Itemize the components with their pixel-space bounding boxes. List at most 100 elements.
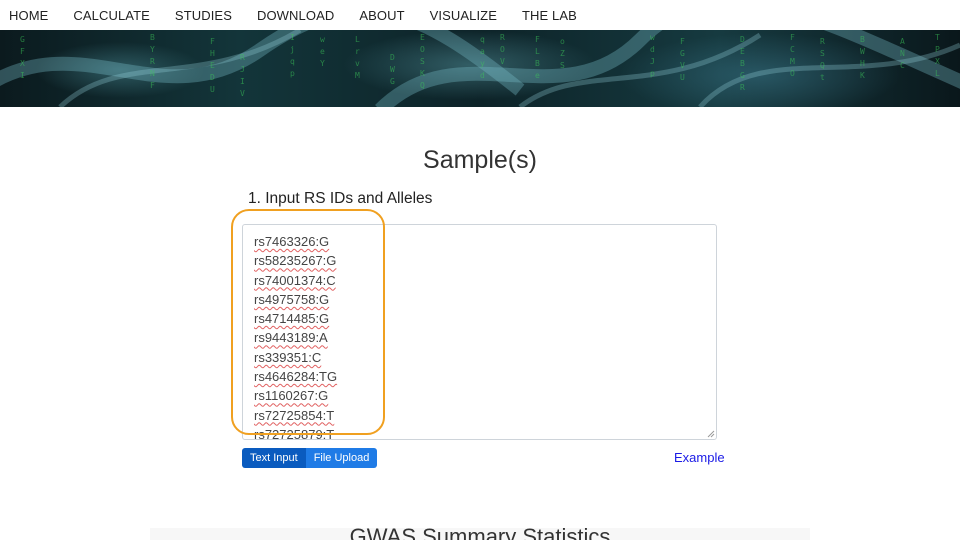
svg-text:J: J [650, 57, 655, 66]
svg-text:N: N [900, 49, 905, 58]
svg-text:F: F [210, 37, 215, 46]
svg-text:d: d [650, 45, 655, 54]
svg-text:H: H [210, 49, 215, 58]
svg-text:S: S [820, 49, 825, 58]
svg-text:G: G [680, 49, 685, 58]
svg-text:L: L [535, 47, 540, 56]
svg-text:j: j [290, 45, 295, 54]
svg-text:L: L [935, 69, 940, 78]
svg-text:D: D [740, 35, 745, 44]
dna-banner-image: GFXI BYRNF FHEDU RJIV Ijqp weY LrvM DWG … [0, 30, 960, 107]
svg-text:o: o [560, 37, 565, 46]
nav-download[interactable]: DOWNLOAD [257, 8, 334, 23]
svg-text:R: R [740, 83, 745, 92]
rsid-allele-textarea[interactable]: rs7463326:G rs58235267:G rs74001374:C rs… [242, 224, 717, 440]
input-mode-toggle: Text Input File Upload [242, 448, 378, 468]
svg-text:N: N [150, 69, 155, 78]
svg-text:a: a [480, 47, 485, 56]
nav-home[interactable]: HOME [9, 8, 48, 23]
svg-text:O: O [420, 45, 425, 54]
svg-text:R: R [500, 33, 505, 42]
svg-text:Y: Y [150, 45, 155, 54]
textarea-line: rs72725879:T [254, 426, 335, 440]
svg-text:P: P [935, 45, 940, 54]
page-title: Sample(s) [423, 146, 537, 174]
svg-text:U: U [210, 85, 215, 94]
svg-text:q: q [480, 35, 485, 44]
svg-text:D: D [210, 73, 215, 82]
svg-text:Y: Y [320, 59, 325, 68]
textarea-line: rs58235267:G [254, 253, 337, 269]
svg-text:O: O [790, 69, 795, 78]
svg-text:e: e [320, 47, 325, 56]
textarea-line: rs1160267:G [254, 388, 329, 404]
svg-text:R: R [150, 57, 155, 66]
svg-text:M: M [355, 71, 360, 80]
svg-text:C: C [900, 61, 905, 70]
svg-text:I: I [290, 33, 295, 42]
svg-text:E: E [210, 61, 215, 70]
svg-text:F: F [680, 37, 685, 46]
nav-studies[interactable]: STUDIES [175, 8, 232, 23]
svg-text:J: J [240, 65, 245, 74]
svg-text:r: r [355, 47, 360, 56]
svg-text:d: d [480, 71, 485, 80]
svg-text:K: K [420, 69, 425, 78]
svg-text:V: V [500, 57, 505, 66]
svg-text:A: A [900, 37, 905, 46]
svg-text:K: K [860, 71, 865, 80]
svg-text:I: I [20, 71, 25, 80]
text-input-button[interactable]: Text Input [242, 448, 306, 468]
svg-text:B: B [860, 35, 865, 44]
svg-text:B: B [740, 59, 745, 68]
svg-text:F: F [20, 47, 25, 56]
svg-text:w: w [650, 33, 655, 42]
textarea-line: rs4646284:TG [254, 369, 338, 385]
svg-text:F: F [150, 81, 155, 90]
svg-text:X: X [20, 59, 25, 68]
svg-text:E: E [740, 47, 745, 56]
textarea-line: rs7463326:G [254, 234, 330, 249]
top-navbar: HOME CALCULATE STUDIES DOWNLOAD ABOUT VI… [0, 0, 960, 30]
svg-text:S: S [560, 61, 565, 70]
svg-text:Z: Z [560, 49, 565, 58]
dna-helix-graphic: GFXI BYRNF FHEDU RJIV Ijqp weY LrvM DWG … [0, 30, 960, 107]
nav-about[interactable]: ABOUT [359, 8, 404, 23]
svg-text:G: G [390, 77, 395, 86]
textarea-line: rs339351:C [254, 349, 322, 365]
svg-text:y: y [480, 59, 485, 68]
nav-the-lab[interactable]: THE LAB [522, 8, 577, 23]
svg-text:R: R [820, 37, 825, 46]
textarea-line: rs4714485:G [254, 311, 330, 327]
svg-text:V: V [680, 61, 685, 70]
example-link[interactable]: Example [674, 450, 725, 465]
svg-text:T: T [935, 33, 940, 42]
svg-text:G: G [740, 71, 745, 80]
svg-text:U: U [680, 73, 685, 82]
nav-calculate[interactable]: CALCULATE [73, 8, 150, 23]
svg-text:R: R [240, 53, 245, 62]
svg-text:X: X [935, 57, 940, 66]
gwas-section-title: GWAS Summary Statistics [349, 524, 611, 540]
textarea-line: rs4975758:G [254, 291, 330, 307]
resize-handle-icon[interactable] [707, 430, 715, 438]
svg-text:V: V [240, 89, 245, 98]
svg-text:S: S [420, 57, 425, 66]
svg-text:B: B [535, 59, 540, 68]
svg-text:Q: Q [820, 61, 825, 70]
file-upload-button[interactable]: File Upload [305, 448, 378, 468]
svg-text:t: t [820, 73, 825, 82]
svg-text:w: w [320, 35, 325, 44]
svg-text:M: M [790, 57, 795, 66]
svg-text:W: W [860, 47, 865, 56]
svg-text:G: G [20, 35, 25, 44]
svg-text:C: C [790, 45, 795, 54]
svg-text:F: F [535, 35, 540, 44]
nav-visualize[interactable]: VISUALIZE [430, 8, 497, 23]
step-1-label: 1. Input RS IDs and Alleles [248, 190, 433, 207]
textarea-content: rs7463326:G rs58235267:G rs74001374:C rs… [254, 232, 338, 440]
svg-text:L: L [355, 35, 360, 44]
svg-text:E: E [420, 33, 425, 42]
textarea-line: rs9443189:A [254, 330, 328, 346]
svg-text:B: B [150, 33, 155, 42]
